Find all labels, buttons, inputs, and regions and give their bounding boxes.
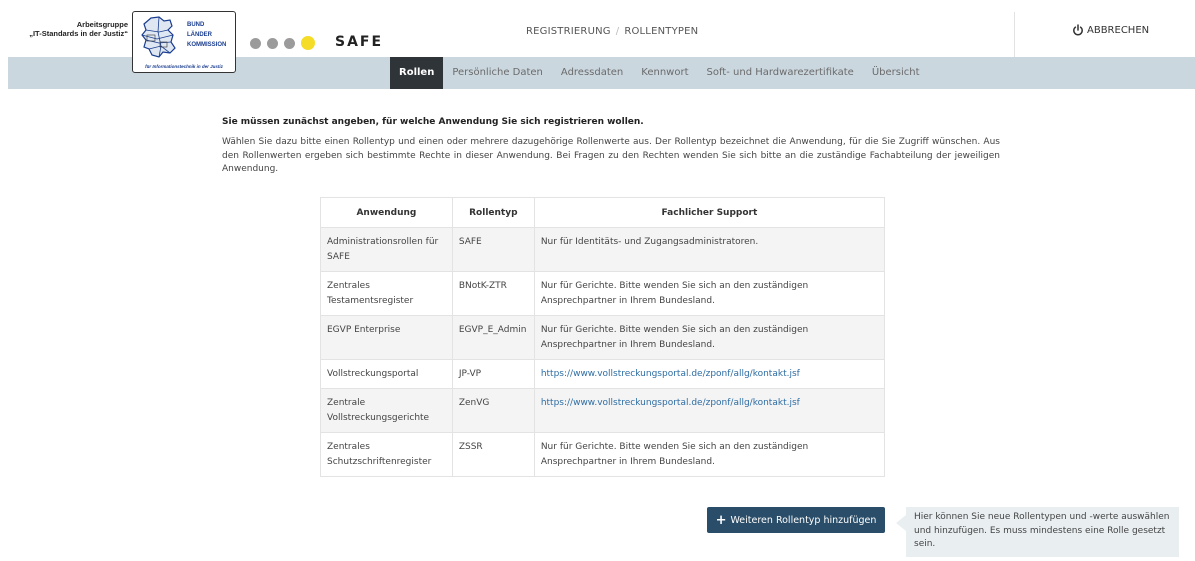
cell-anwendung: Zentrale Vollstreckungsgerichte	[320, 388, 453, 433]
table-row: EGVP Enterprise EGVP_E_Admin Nur für Ger…	[320, 315, 886, 360]
tab-persoenliche-daten[interactable]: Persönliche Daten	[443, 57, 552, 89]
tab-kennwort[interactable]: Kennwort	[632, 57, 697, 89]
cell-anwendung: Zentrales Testamentsregister	[320, 271, 453, 316]
cell-support: https://www.vollstreckungsportal.de/zpon…	[533, 359, 886, 389]
table-row: Zentrales Schutzschriftenregister ZSSR N…	[320, 432, 886, 477]
support-link[interactable]: https://www.vollstreckungsportal.de/zpon…	[541, 369, 800, 379]
cell-rollentyp: ZenVG	[451, 388, 535, 433]
add-rollentyp-button[interactable]: + Weiteren Rollentyp hinzufügen	[707, 507, 885, 533]
cell-support: Nur für Gerichte. Bitte wenden Sie sich …	[533, 271, 886, 316]
blk-caption: für Informationstechnik in der Justiz	[145, 64, 223, 69]
nav-tabs: Rollen Persönliche Daten Adressdaten Ken…	[390, 57, 929, 89]
roles-table: Anwendung Rollentyp Fachlicher Support A…	[320, 197, 886, 477]
cell-rollentyp: SAFE	[451, 227, 535, 272]
cell-anwendung: Vollstreckungsportal	[320, 359, 453, 389]
breadcrumb-item-rollentypen: ROLLENTYPEN	[624, 26, 699, 37]
plus-icon: +	[715, 512, 727, 528]
blk-logo: BUND LÄNDER KOMMISSION für Informationst…	[132, 11, 236, 73]
cell-anwendung: Administrationsrollen für SAFE	[320, 227, 453, 272]
column-header-rollentyp: Rollentyp	[451, 197, 535, 228]
cell-rollentyp: EGVP_E_Admin	[451, 315, 535, 360]
tab-adressdaten[interactable]: Adressdaten	[552, 57, 632, 89]
table-row: Administrationsrollen für SAFE SAFE Nur …	[320, 227, 886, 272]
power-icon	[1073, 24, 1083, 36]
progress-dot	[267, 37, 278, 49]
add-hint-tooltip: Hier können Sie neue Rollentypen und -we…	[896, 507, 1179, 557]
progress-dot-current	[301, 36, 315, 50]
cell-rollentyp: JP-VP	[451, 359, 535, 389]
column-header-support: Fachlicher Support	[533, 197, 886, 228]
germany-map-icon	[141, 16, 176, 58]
app-header: Arbeitsgruppe „IT-Standards in der Justi…	[0, 0, 1195, 73]
table-row: Zentrales Testamentsregister BNotK-ZTR N…	[320, 271, 886, 316]
cell-support: https://www.vollstreckungsportal.de/zpon…	[533, 388, 886, 433]
table-row: Zentrale Vollstreckungsgerichte ZenVG ht…	[320, 388, 886, 433]
blk-bund: BUND	[187, 22, 205, 28]
cancel-label: ABBRECHEN	[1087, 24, 1150, 36]
arbeitsgruppe-label: Arbeitsgruppe „IT-Standards in der Justi…	[10, 20, 128, 38]
tab-uebersicht[interactable]: Übersicht	[863, 57, 929, 89]
breadcrumb-item-registrierung: REGISTRIERUNG	[526, 26, 611, 37]
cell-rollentyp: BNotK-ZTR	[451, 271, 535, 316]
table-header-row: Anwendung Rollentyp Fachlicher Support	[320, 197, 886, 228]
cell-support: Nur für Identitäts- und Zugangsadministr…	[533, 227, 886, 272]
brand-title: SAFE	[335, 34, 384, 50]
cell-rollentyp: ZSSR	[451, 432, 535, 477]
tab-rollen[interactable]: Rollen	[390, 57, 444, 89]
table-row: Vollstreckungsportal JP-VP https://www.v…	[320, 359, 886, 389]
intro-heading: Sie müssen zunächst angeben, für welche …	[222, 117, 644, 127]
breadcrumb: REGISTRIERUNG / ROLLENTYPEN	[526, 26, 698, 37]
support-link[interactable]: https://www.vollstreckungsportal.de/zpon…	[541, 398, 800, 408]
tab-zertifikate[interactable]: Soft- und Hardwarezertifikate	[698, 57, 863, 89]
blk-laender: LÄNDER	[187, 32, 212, 38]
blk-kommission: KOMMISSION	[187, 42, 227, 48]
breadcrumb-separator: /	[615, 26, 620, 37]
cell-anwendung: EGVP Enterprise	[320, 315, 453, 360]
cell-support: Nur für Gerichte. Bitte wenden Sie sich …	[533, 432, 886, 477]
cell-support: Nur für Gerichte. Bitte wenden Sie sich …	[533, 315, 886, 360]
add-rollentyp-label: Weiteren Rollentyp hinzufügen	[730, 514, 877, 526]
header-divider	[1014, 12, 1015, 57]
cancel-button[interactable]: ABBRECHEN	[1072, 24, 1149, 36]
intro-text: Wählen Sie dazu bitte einen Rollentyp un…	[222, 137, 1000, 174]
progress-dot	[250, 37, 261, 49]
progress-dots	[250, 36, 324, 50]
blk-wordmark: BUND LÄNDER KOMMISSION	[187, 20, 226, 50]
progress-dot	[284, 37, 295, 49]
cell-anwendung: Zentrales Schutzschriftenregister	[320, 432, 453, 477]
arbeitsgruppe-line2: „IT-Standards in der Justiz“	[29, 29, 128, 38]
arbeitsgruppe-line1: Arbeitsgruppe	[76, 20, 128, 29]
column-header-anwendung: Anwendung	[320, 197, 453, 228]
